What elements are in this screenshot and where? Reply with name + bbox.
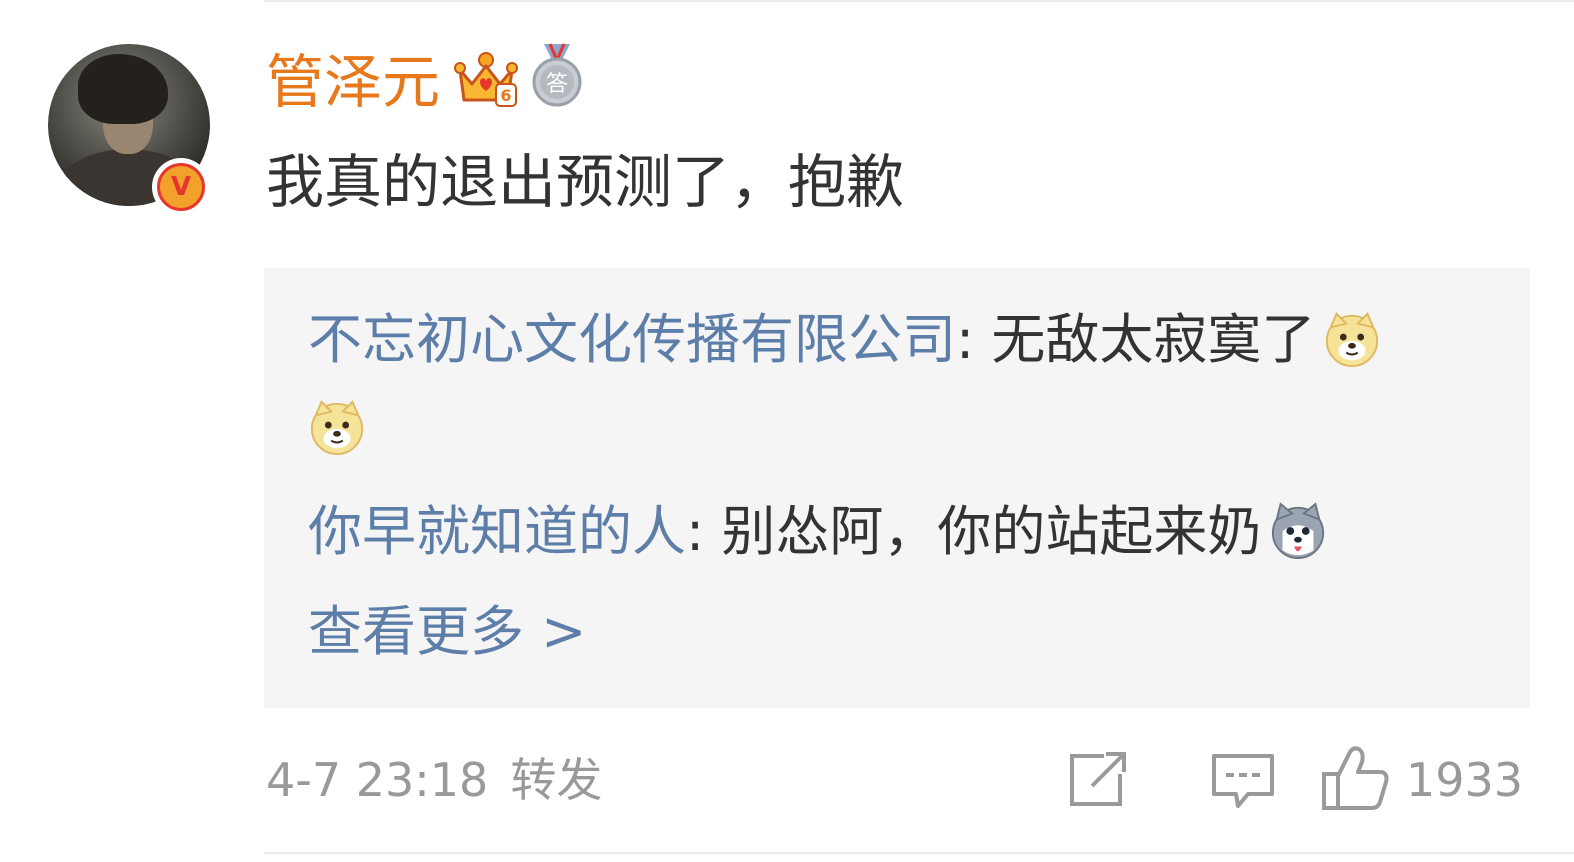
reply-author[interactable]: 不忘初心文化传播有限公司: [308, 308, 956, 371]
reply-author[interactable]: 你早就知道的人: [308, 500, 686, 563]
reply-item[interactable]: 你早就知道的人: 别怂阿，你的站起来奶: [308, 498, 1327, 566]
thumbs-up-icon[interactable]: [1320, 744, 1392, 812]
view-more-link[interactable]: 查看更多 >: [308, 598, 586, 666]
husky-emoji-icon: [1272, 502, 1325, 560]
medal-icon: 答: [532, 43, 582, 107]
doge-emoji-icon: [310, 400, 364, 456]
reply-text: 别怂阿，你的站起来奶: [721, 500, 1262, 563]
reply-separator: :: [956, 308, 992, 371]
crown-level-text: 6: [500, 86, 511, 105]
reply-item[interactable]: 不忘初心文化传播有限公司: 无敌太寂寞了: [308, 306, 1381, 374]
avatar[interactable]: V: [48, 44, 210, 216]
reply-text: 无敌太寂寞了: [991, 308, 1316, 371]
reply-item-continued: [308, 394, 366, 462]
crown-icon: 6: [454, 52, 518, 107]
comment-text: 我真的退出预测了，抱歉: [266, 148, 905, 216]
comment-meta: 4-7 23:18 转发: [266, 748, 602, 812]
verified-badge-icon: V: [152, 158, 210, 216]
comment-icon[interactable]: [1208, 748, 1278, 812]
doge-emoji-icon: [1326, 312, 1379, 368]
reply-separator: :: [686, 500, 722, 563]
share-icon[interactable]: [1062, 748, 1132, 812]
top-divider: [264, 0, 1574, 2]
medal-char: 答: [546, 72, 568, 97]
timestamp: 4-7 23:18: [266, 753, 489, 807]
forward-button[interactable]: 转发: [510, 753, 602, 807]
username[interactable]: 管泽元: [266, 47, 440, 117]
bottom-divider: [264, 852, 1574, 854]
like-count: 1933: [1406, 753, 1524, 807]
replies-panel[interactable]: 不忘初心文化传播有限公司: 无敌太寂寞了 你早就知道的人: 别怂阿，你的站起来奶: [264, 268, 1530, 708]
